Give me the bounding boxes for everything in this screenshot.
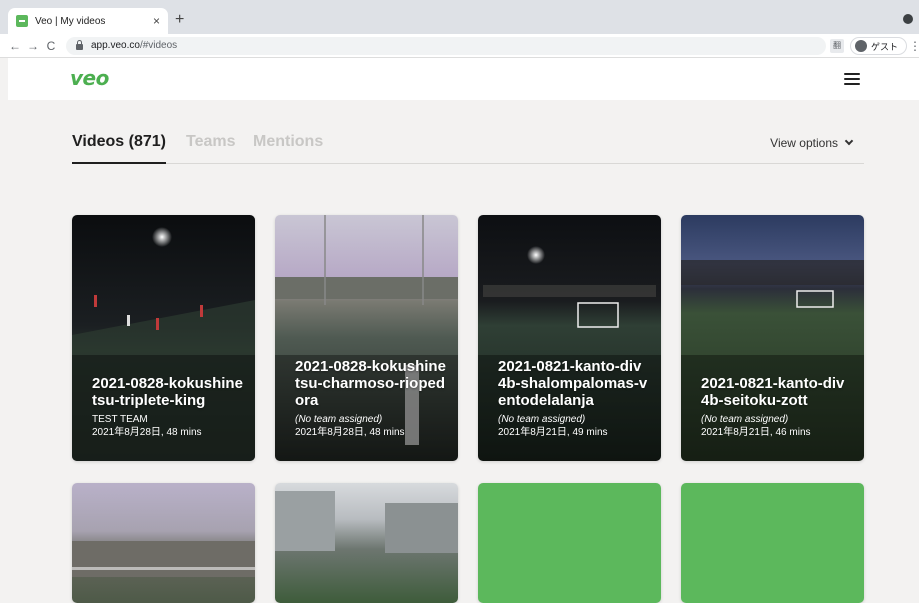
video-card[interactable] (275, 483, 458, 603)
video-card[interactable] (72, 483, 255, 603)
reload-icon[interactable]: C (42, 39, 60, 53)
video-title: 2021-0828-kokushinetsu-triplete-king (92, 375, 243, 409)
hamburger-menu-icon[interactable] (844, 73, 860, 85)
chevron-down-icon (844, 136, 854, 146)
video-thumbnail (72, 483, 255, 603)
view-options-label: View options (770, 136, 838, 150)
video-meta: 2021年8月21日, 46 mins (701, 427, 811, 438)
video-card-info: 2021-0821-kanto-div4b-shalompalomas-vent… (498, 358, 649, 439)
section-tabs: Videos (871) Teams Mentions View options (72, 133, 864, 164)
translate-icon[interactable]: 翻 (830, 39, 844, 53)
video-card-info: 2021-0828-kokushinetsu-triplete-king TES… (92, 375, 243, 439)
address-bar-row: ← → C app.veo.co/#videos 翻 ゲスト ⋮ (0, 34, 919, 58)
video-card-info: 2021-0828-kokushinetsu-charmoso-riopedor… (295, 358, 446, 439)
profile-button[interactable]: ゲスト (850, 37, 908, 55)
veo-logo[interactable]: veo (70, 66, 109, 90)
view-options-button[interactable]: View options (770, 136, 854, 150)
veo-favicon-icon (16, 15, 28, 27)
back-arrow-icon[interactable]: ← (6, 39, 24, 53)
video-meta: 2021年8月28日, 48 mins (92, 427, 202, 438)
video-team: (No team assigned) (295, 414, 383, 425)
profile-icon (855, 40, 867, 52)
video-title: 2021-0828-kokushinetsu-charmoso-riopedor… (295, 358, 446, 409)
tab-search-icon[interactable] (903, 14, 913, 24)
video-team: (No team assigned) (498, 414, 586, 425)
plus-icon[interactable]: + (175, 12, 184, 28)
browser-tab-strip: Veo | My videos × + (0, 0, 919, 34)
url-field[interactable]: app.veo.co/#videos (66, 36, 826, 55)
tab-teams[interactable]: Teams (186, 133, 236, 151)
tab-mentions[interactable]: Mentions (253, 133, 323, 151)
video-card[interactable]: 2021-0828-kokushinetsu-triplete-king TES… (72, 215, 255, 461)
video-thumbnail (275, 483, 458, 603)
url-path: /#videos (139, 40, 178, 51)
video-team: TEST TEAM (92, 414, 148, 425)
app-header: veo (8, 58, 919, 100)
video-card-placeholder[interactable] (478, 483, 661, 603)
profile-label: ゲスト (871, 41, 899, 52)
video-card[interactable]: 2021-0821-kanto-div4b-seitoku-zott (No t… (681, 215, 864, 461)
close-icon[interactable]: × (153, 14, 160, 28)
video-meta: 2021年8月21日, 49 mins (498, 427, 608, 438)
kebab-menu-icon[interactable]: ⋮ (909, 39, 919, 53)
lock-icon (76, 40, 83, 50)
tab-title: Veo | My videos (35, 15, 106, 27)
video-title: 2021-0821-kanto-div4b-seitoku-zott (701, 375, 845, 409)
video-card-placeholder[interactable] (681, 483, 864, 603)
video-team: (No team assigned) (701, 414, 789, 425)
forward-arrow-icon[interactable]: → (24, 39, 42, 53)
video-card[interactable]: 2021-0828-kokushinetsu-charmoso-riopedor… (275, 215, 458, 461)
url-host: app.veo.co (91, 40, 140, 51)
tab-videos[interactable]: Videos (871) (72, 133, 166, 164)
video-meta: 2021年8月28日, 48 mins (295, 427, 405, 438)
video-card-info: 2021-0821-kanto-div4b-seitoku-zott (No t… (701, 375, 852, 439)
video-card[interactable]: 2021-0821-kanto-div4b-shalompalomas-vent… (478, 215, 661, 461)
browser-tab[interactable]: Veo | My videos × (8, 8, 168, 34)
video-title: 2021-0821-kanto-div4b-shalompalomas-vent… (498, 358, 648, 409)
